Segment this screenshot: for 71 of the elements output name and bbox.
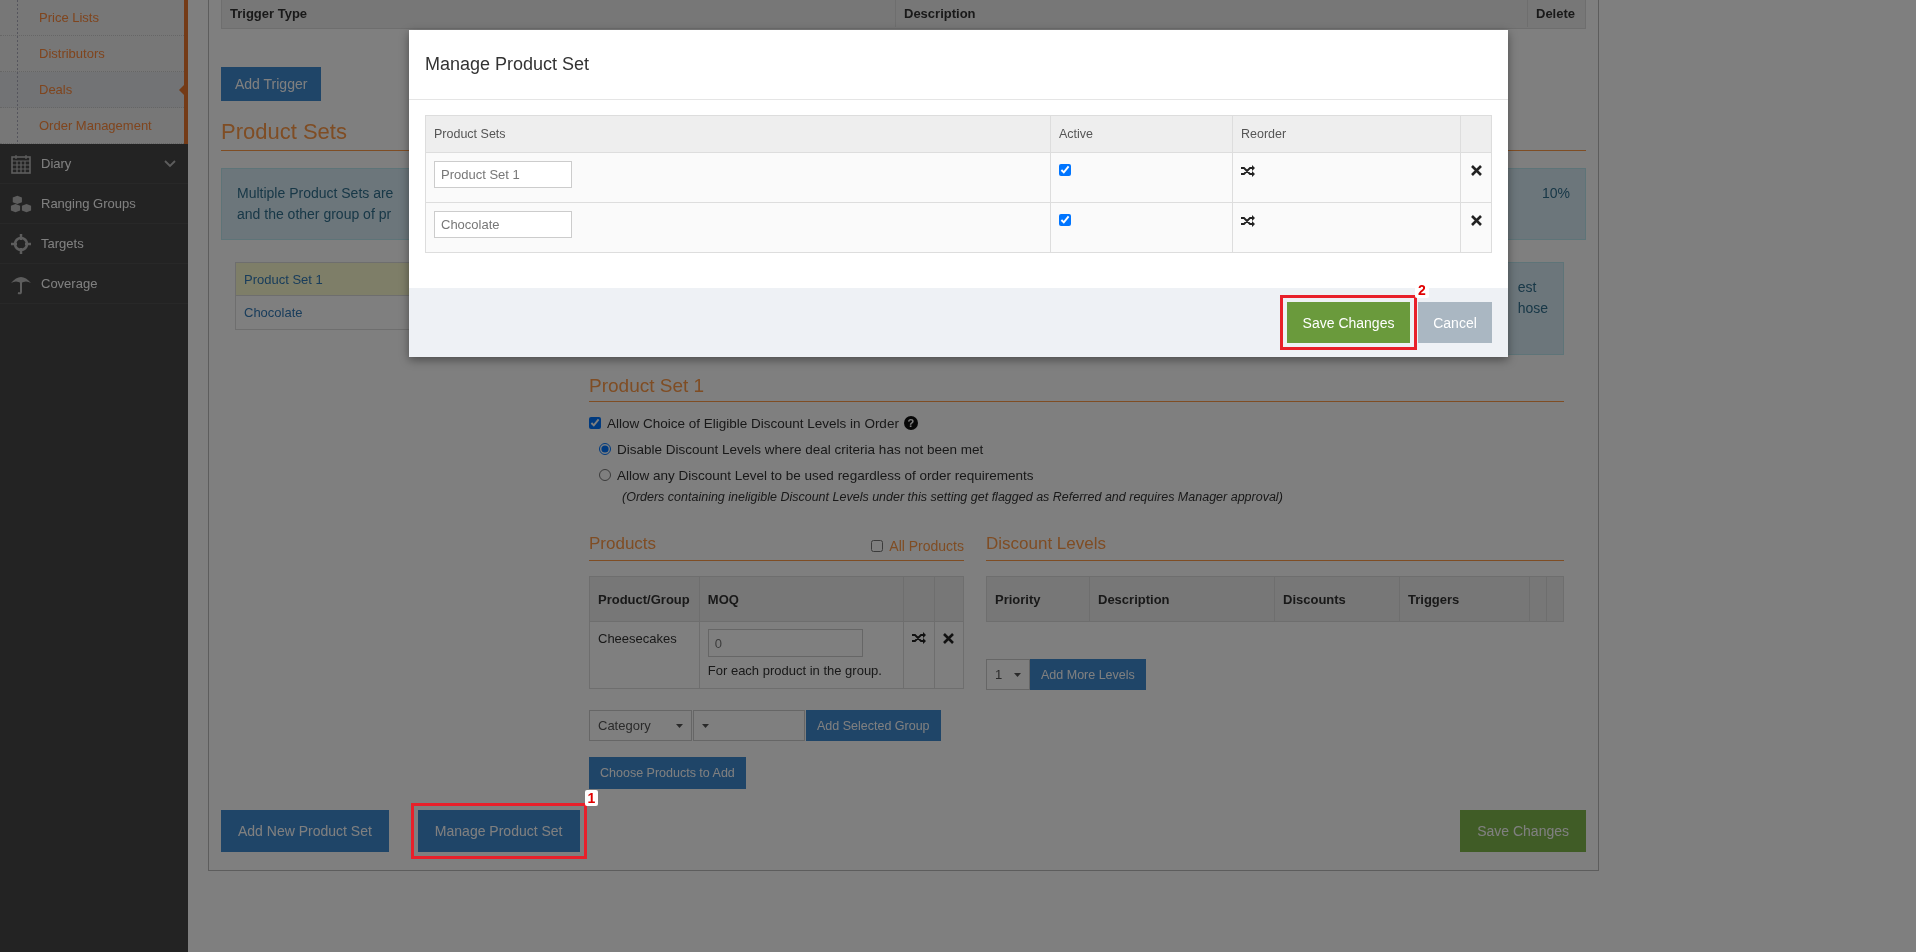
checkbox[interactable] <box>589 417 601 429</box>
info-text: and the other group of pr <box>237 206 393 222</box>
shuffle-icon <box>911 632 926 644</box>
option-note: (Orders containing ineligible Discount Levels under this setting get flagged as Referred and requires Manager approval) <box>621 490 1284 504</box>
radio-button[interactable] <box>599 469 611 481</box>
crosshair-icon <box>10 232 32 255</box>
column-header: Triggers <box>1400 577 1530 621</box>
shuffle-icon <box>1241 215 1255 227</box>
menu-item[interactable]: Targets <box>0 224 188 264</box>
menu-item[interactable]: Ranging Groups <box>0 184 188 224</box>
checkbox[interactable] <box>1059 164 1071 176</box>
product-set-item[interactable]: Chocolate <box>236 296 409 329</box>
info-text: 10% <box>1541 185 1570 201</box>
cubes-icon <box>10 193 32 214</box>
column-header: Discounts <box>1275 577 1400 621</box>
category-select[interactable]: Category <box>589 710 692 741</box>
save-changes-button[interactable]: Save Changes <box>1460 810 1586 852</box>
save-changes-button[interactable]: Save Changes <box>1287 302 1410 343</box>
modal-title: Manage Product Set <box>409 30 1508 100</box>
choose-products-button[interactable]: Choose Products to Add <box>589 757 746 789</box>
action-button[interactable]: Manage Product Set <box>417 810 580 852</box>
section-heading: Product Set 1 <box>589 375 1564 402</box>
option-label: Allow Choice of Eligible Discount Levels in Order <box>607 415 899 431</box>
column-header: Trigger Type <box>222 0 896 27</box>
column-header: Reorder <box>1232 115 1461 153</box>
cross-icon <box>1470 165 1482 176</box>
table-cell: Cheesecakes <box>589 621 700 689</box>
moq-note: For each product in the group. <box>707 662 883 680</box>
column-header: Active <box>1050 115 1233 153</box>
help-icon[interactable]: ? <box>903 416 918 430</box>
option-label: Disable Discount Levels where deal criteria has not been met <box>617 441 984 457</box>
shuffle-icon <box>1241 165 1255 177</box>
action-button[interactable]: Add New Product Set <box>221 810 389 852</box>
info-text: est <box>1517 279 1538 295</box>
group-select[interactable] <box>693 710 805 741</box>
cross-icon <box>942 633 954 644</box>
name-field[interactable]: Product Set 1 <box>434 161 572 188</box>
add-trigger-button[interactable]: Add Trigger <box>221 67 322 101</box>
column-header: MOQ <box>699 576 904 622</box>
checkbox-label: All Products <box>889 538 964 554</box>
product-set-item[interactable]: Product Set 1 <box>236 263 409 296</box>
caret-icon <box>1014 672 1021 677</box>
add-selected-group-button[interactable]: Add Selected Group <box>806 710 941 741</box>
column-header: Product Sets <box>425 115 1051 153</box>
column-header: Priority <box>987 577 1090 621</box>
section-heading: Discount Levels <box>986 534 1106 554</box>
info-text: Multiple Product Sets are <box>237 185 394 201</box>
level-select[interactable]: 1 <box>986 659 1030 690</box>
callout-number: 1 <box>584 790 599 806</box>
name-field[interactable]: Chocolate <box>434 211 572 238</box>
column-header: Description <box>896 0 1528 27</box>
cross-icon <box>1470 215 1482 226</box>
info-text: hose <box>1517 300 1548 316</box>
radio-button[interactable] <box>599 443 611 455</box>
column-header: Description <box>1090 577 1275 621</box>
cancel-button[interactable]: Cancel <box>1418 302 1492 343</box>
chevron-icon <box>164 159 176 168</box>
checkbox[interactable] <box>871 540 884 552</box>
checkbox[interactable] <box>1059 214 1071 226</box>
caret-icon <box>702 723 709 728</box>
moq-field[interactable]: 0 <box>707 629 863 657</box>
menu-item[interactable]: Coverage <box>0 264 188 304</box>
option-label: Allow any Discount Level to be used regardless of order requirements <box>617 467 1034 483</box>
caret-icon <box>676 723 683 728</box>
menu-item[interactable]: Diary <box>0 144 188 184</box>
add-more-levels-button[interactable]: Add More Levels <box>1030 659 1146 690</box>
callout-number: 2 <box>1415 282 1429 298</box>
calendar-icon <box>10 153 32 174</box>
column-header: Product/Group <box>589 576 700 622</box>
section-heading: Products <box>589 534 657 554</box>
column-header: Delete <box>1535 5 1577 23</box>
